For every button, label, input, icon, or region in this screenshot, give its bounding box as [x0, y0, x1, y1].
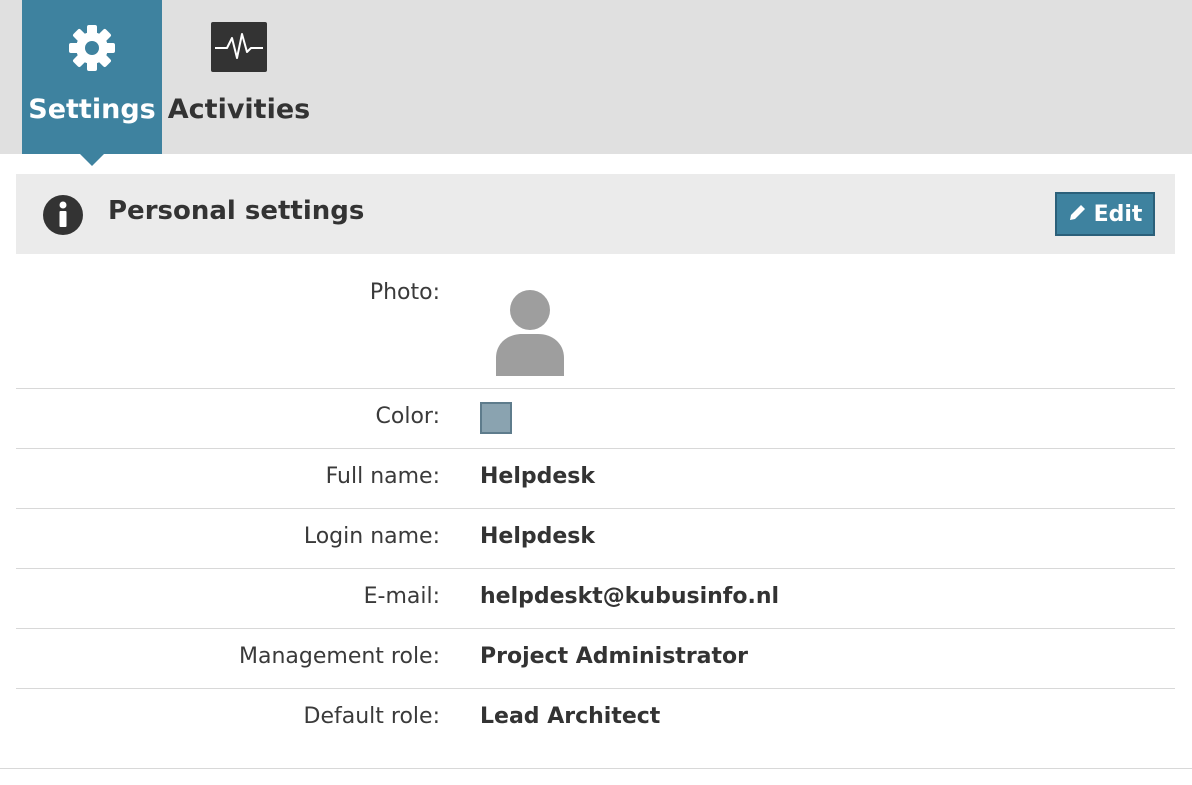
tab-activities[interactable]: Activities: [162, 0, 316, 154]
info-icon: [43, 195, 83, 235]
active-tab-pointer: [80, 154, 104, 166]
login-name-value: Helpdesk: [480, 524, 596, 549]
default-role-row: Default role: Lead Architect: [16, 689, 1175, 749]
email-value: helpdeskt@kubusinfo.nl: [480, 584, 780, 609]
divider: [0, 768, 1192, 769]
default-role-value: Lead Architect: [480, 704, 661, 729]
top-tab-bar: Settings Activities: [0, 0, 1192, 166]
default-role-label: Default role:: [303, 704, 440, 729]
gear-icon: [64, 22, 120, 74]
full-name-label: Full name:: [325, 464, 440, 489]
management-role-row: Management role: Project Administrator: [16, 629, 1175, 689]
tab-settings-label: Settings: [28, 94, 156, 125]
user-avatar-icon: [494, 288, 566, 378]
email-label: E-mail:: [363, 584, 440, 609]
full-name-row: Full name: Helpdesk: [16, 449, 1175, 509]
edit-button[interactable]: Edit: [1055, 192, 1155, 236]
tab-activities-label: Activities: [167, 94, 311, 125]
color-row: Color:: [16, 389, 1175, 449]
color-label: Color:: [375, 404, 440, 429]
photo-label: Photo:: [369, 280, 440, 305]
color-swatch: [480, 402, 512, 434]
management-role-value: Project Administrator: [480, 644, 748, 669]
edit-button-label: Edit: [1093, 201, 1143, 227]
tab-settings[interactable]: Settings: [22, 0, 162, 154]
page-title: Personal settings: [108, 196, 365, 226]
login-name-row: Login name: Helpdesk: [16, 509, 1175, 569]
photo-row: Photo:: [16, 254, 1175, 389]
management-role-label: Management role:: [239, 644, 440, 669]
login-name-label: Login name:: [303, 524, 440, 549]
activity-monitor-icon: [211, 22, 267, 74]
pencil-icon: [1068, 202, 1088, 226]
panel-header: Personal settings Edit: [16, 174, 1175, 254]
email-row: E-mail: helpdeskt@kubusinfo.nl: [16, 569, 1175, 629]
settings-list: Photo: Color: Full name: Helpdesk Login …: [16, 254, 1175, 749]
full-name-value: Helpdesk: [480, 464, 596, 489]
